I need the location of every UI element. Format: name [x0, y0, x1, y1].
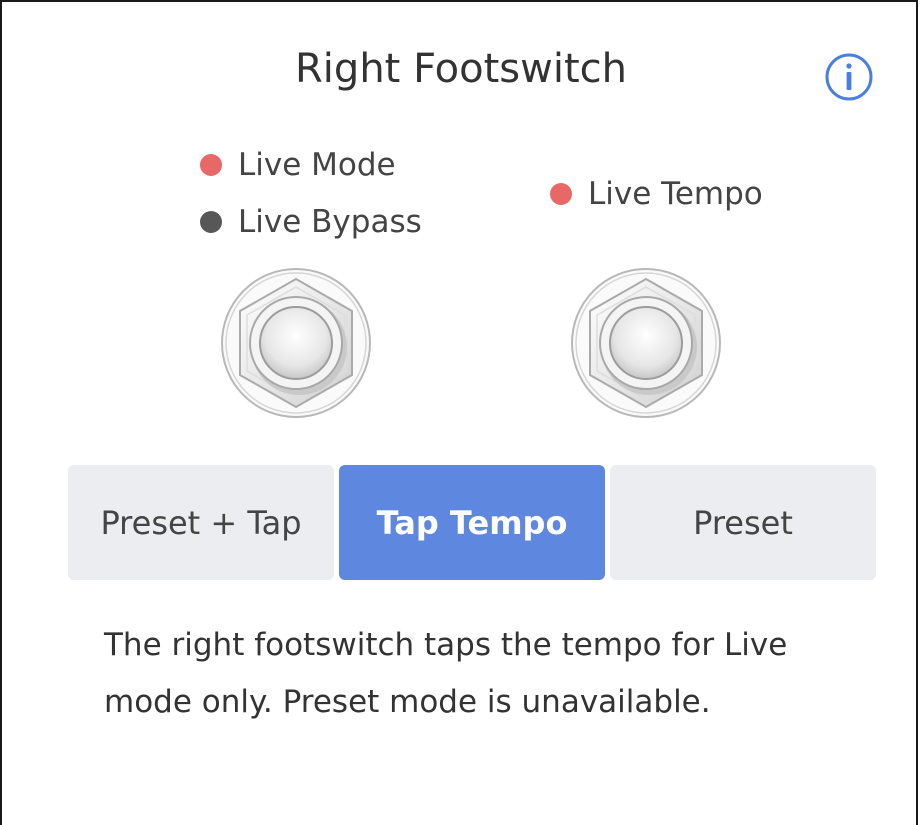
- live-tempo-led: [550, 183, 572, 205]
- mode-option-tap-tempo[interactable]: Tap Tempo: [339, 465, 605, 580]
- right-footswitch[interactable]: [570, 267, 722, 419]
- page-title: Right Footswitch: [295, 46, 627, 92]
- mode-selector: Preset + Tap Tap Tempo Preset: [68, 465, 876, 580]
- indicator-live-bypass: Live Bypass: [200, 204, 422, 240]
- mode-option-preset[interactable]: Preset: [610, 465, 876, 580]
- indicator-label: Live Tempo: [588, 176, 763, 212]
- right-footswitch-panel: Right Footswitch Live Mode Live Bypass L…: [0, 0, 918, 825]
- indicator-live-mode: Live Mode: [200, 147, 396, 183]
- info-button[interactable]: [824, 52, 874, 102]
- info-circle-icon: [825, 53, 873, 101]
- left-footswitch[interactable]: [220, 267, 372, 419]
- indicator-label: Live Bypass: [238, 204, 422, 240]
- live-bypass-led: [200, 211, 222, 233]
- indicator-live-tempo: Live Tempo: [550, 176, 763, 212]
- live-mode-led: [200, 154, 222, 176]
- mode-description: The right footswitch taps the tempo for …: [104, 627, 788, 720]
- footswitch-icon: [221, 268, 371, 418]
- footswitch-icon: [571, 268, 721, 418]
- indicator-label: Live Mode: [238, 147, 396, 183]
- mode-option-preset-tap[interactable]: Preset + Tap: [68, 465, 334, 580]
